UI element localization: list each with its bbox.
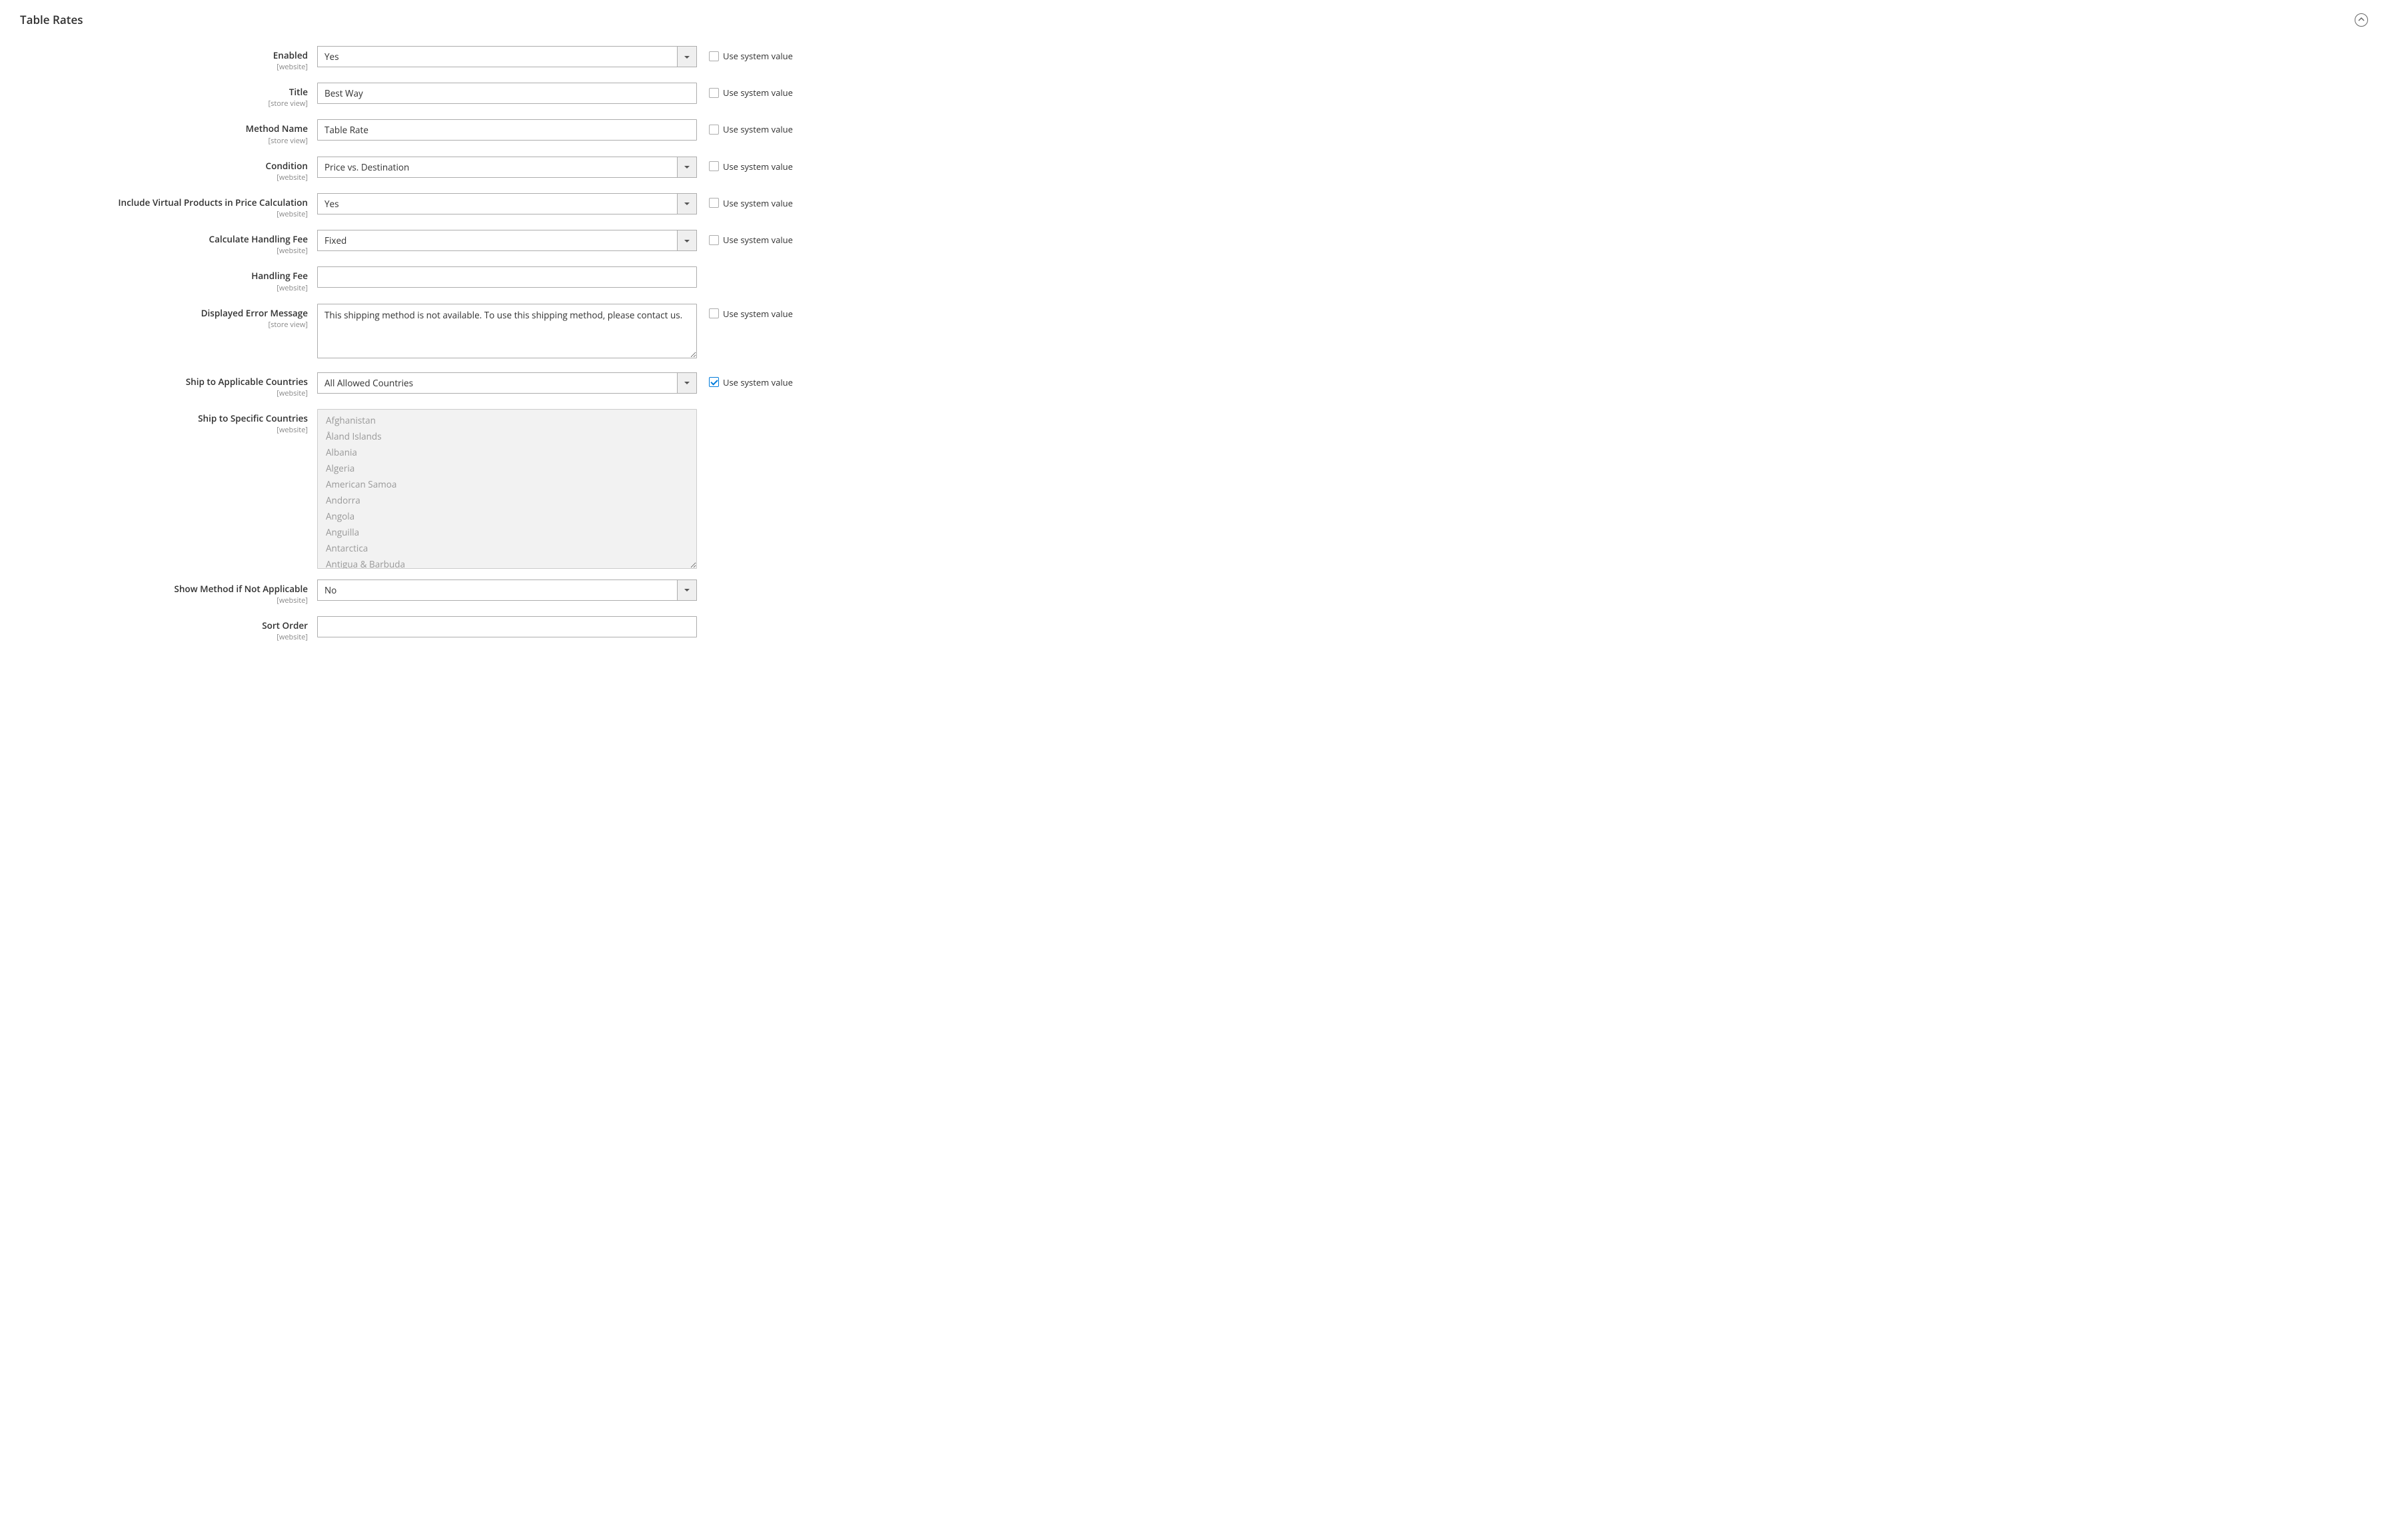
error-msg-use-system-checkbox[interactable] <box>709 308 719 318</box>
caret-down-icon <box>684 234 690 247</box>
show-method-select-value: No <box>317 579 677 601</box>
field-label-enabled: Enabled <box>20 49 308 61</box>
field-scope: [website] <box>20 62 308 72</box>
show-method-select-toggle[interactable] <box>677 579 697 601</box>
title-use-system-checkbox[interactable] <box>709 88 719 98</box>
field-label-sort-order: Sort Order <box>20 619 308 631</box>
calc-handling-use-system-checkbox[interactable] <box>709 235 719 245</box>
sort-order-input[interactable] <box>317 616 697 637</box>
field-label-show-method: Show Method if Not Applicable <box>20 583 308 595</box>
use-system-label: Use system value <box>723 234 793 246</box>
specific-option: Åland Islands <box>318 428 696 444</box>
field-label-calc-handling: Calculate Handling Fee <box>20 233 308 245</box>
enabled-select[interactable]: Yes <box>317 46 697 67</box>
field-label-error-msg: Displayed Error Message <box>20 307 308 319</box>
enabled-select-toggle[interactable] <box>677 46 697 67</box>
specific-option: Andorra <box>318 492 696 508</box>
applicable-use-system-checkbox[interactable] <box>709 377 719 387</box>
field-scope: [website] <box>20 209 308 219</box>
condition-select-toggle[interactable] <box>677 157 697 178</box>
calc-handling-select-value: Fixed <box>317 230 677 251</box>
field-scope: [website] <box>20 388 308 398</box>
method-name-use-system-checkbox[interactable] <box>709 125 719 135</box>
include-virtual-select-toggle[interactable] <box>677 193 697 214</box>
field-scope: [store view] <box>20 99 308 109</box>
use-system-label: Use system value <box>723 197 793 209</box>
field-label-handling-fee: Handling Fee <box>20 270 308 282</box>
calc-handling-select[interactable]: Fixed <box>317 230 697 251</box>
field-scope: [website] <box>20 425 308 435</box>
handling-fee-input[interactable] <box>317 266 697 288</box>
specific-option: Antarctica <box>318 540 696 556</box>
section-collapse-button[interactable] <box>2355 13 2368 27</box>
calc-handling-select-toggle[interactable] <box>677 230 697 251</box>
enabled-use-system-checkbox[interactable] <box>709 51 719 61</box>
field-label-include-virtual: Include Virtual Products in Price Calcul… <box>20 196 308 208</box>
field-label-applicable: Ship to Applicable Countries <box>20 376 308 388</box>
field-scope: [website] <box>20 283 308 293</box>
field-scope: [store view] <box>20 136 308 146</box>
enabled-select-value: Yes <box>317 46 677 67</box>
field-scope: [website] <box>20 632 308 642</box>
condition-select-value: Price vs. Destination <box>317 157 677 178</box>
field-label-specific: Ship to Specific Countries <box>20 412 308 424</box>
condition-select[interactable]: Price vs. Destination <box>317 157 697 178</box>
error-msg-textarea[interactable] <box>317 304 697 358</box>
include-virtual-select-value: Yes <box>317 193 677 214</box>
specific-option: Afghanistan <box>318 412 696 428</box>
show-method-select[interactable]: No <box>317 579 697 601</box>
method-name-input[interactable] <box>317 119 697 141</box>
include-virtual-select[interactable]: Yes <box>317 193 697 214</box>
chevron-up-icon <box>2358 13 2365 26</box>
specific-option: Algeria <box>318 460 696 476</box>
applicable-select[interactable]: All Allowed Countries <box>317 372 697 394</box>
field-label-title: Title <box>20 86 308 98</box>
field-label-method-name: Method Name <box>20 123 308 135</box>
field-scope: [website] <box>20 595 308 605</box>
field-scope: [store view] <box>20 320 308 330</box>
condition-use-system-checkbox[interactable] <box>709 161 719 171</box>
caret-down-icon <box>684 161 690 173</box>
use-system-label: Use system value <box>723 161 793 173</box>
applicable-select-toggle[interactable] <box>677 372 697 394</box>
caret-down-icon <box>684 376 690 389</box>
caret-down-icon <box>684 51 690 63</box>
field-scope: [website] <box>20 246 308 256</box>
field-scope: [website] <box>20 173 308 183</box>
field-label-condition: Condition <box>20 160 308 172</box>
caret-down-icon <box>684 197 690 210</box>
use-system-label: Use system value <box>723 308 793 320</box>
specific-option: Albania <box>318 444 696 460</box>
section-title: Table Rates <box>20 12 83 27</box>
caret-down-icon <box>684 583 690 596</box>
specific-option: Anguilla <box>318 524 696 540</box>
specific-multiselect: AfghanistanÅland IslandsAlbaniaAlgeriaAm… <box>317 409 697 569</box>
specific-option: Angola <box>318 508 696 524</box>
use-system-label: Use system value <box>723 123 793 135</box>
title-input[interactable] <box>317 83 697 104</box>
specific-option: American Samoa <box>318 476 696 492</box>
applicable-select-value: All Allowed Countries <box>317 372 677 394</box>
use-system-label: Use system value <box>723 376 793 388</box>
use-system-label: Use system value <box>723 50 793 62</box>
specific-option: Antigua & Barbuda <box>318 556 696 569</box>
include-virtual-use-system-checkbox[interactable] <box>709 198 719 208</box>
use-system-label: Use system value <box>723 87 793 99</box>
